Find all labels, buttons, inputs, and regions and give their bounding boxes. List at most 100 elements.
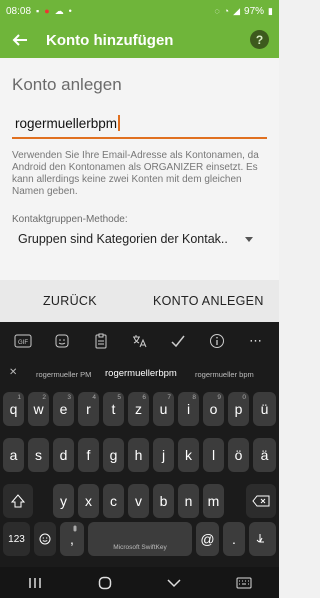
key-y[interactable]: y — [53, 484, 74, 518]
key-l[interactable]: l — [203, 438, 224, 472]
key-n[interactable]: n — [178, 484, 199, 518]
home-button[interactable] — [85, 576, 125, 590]
status-bar: 08:08 ▪ ● ☁ • ◌ ◔ ◢ 97% ▮ — [0, 0, 279, 22]
info-icon[interactable] — [207, 331, 227, 351]
action-bar: ZURÜCK KONTO ANLEGEN — [0, 280, 279, 322]
suggestion-1[interactable]: rogermueller PM — [36, 370, 91, 379]
key-m[interactable]: m — [203, 484, 224, 518]
collapse-icon[interactable]: ✕ — [9, 367, 17, 378]
battery-icon: ▮ — [268, 5, 273, 16]
translate-icon[interactable] — [129, 331, 149, 351]
key-k[interactable]: k — [178, 438, 199, 472]
key-a[interactable]: a — [3, 438, 24, 472]
suggestion-bar: ✕ rogermueller PM rogermuellerbpm rogerm… — [0, 360, 279, 390]
key-u[interactable]: u7 — [153, 392, 174, 426]
comma-mic-key[interactable]: , — [60, 522, 84, 556]
account-name-value: rogermuellerbpm — [15, 116, 118, 131]
dropdown-arrow-icon — [245, 237, 253, 242]
numbers-key[interactable]: 123 — [3, 522, 30, 556]
space-key[interactable]: Microsoft SwiftKey — [88, 522, 192, 556]
key-oe[interactable]: ö — [228, 438, 249, 472]
key-h[interactable]: h — [128, 438, 149, 472]
key-x[interactable]: x — [78, 484, 99, 518]
key-row-4: 123 , Microsoft SwiftKey @ . — [0, 522, 279, 560]
recent-apps-button[interactable] — [15, 577, 55, 589]
emoji-key[interactable] — [34, 522, 56, 556]
key-z[interactable]: z6 — [128, 392, 149, 426]
key-c[interactable]: c — [103, 484, 124, 518]
form-heading: Konto anlegen — [12, 75, 122, 94]
key-ue[interactable]: ü — [253, 392, 276, 426]
key-t[interactable]: t5 — [103, 392, 124, 426]
suggestion-2[interactable]: rogermuellerbpm — [105, 368, 177, 379]
emoji-icon — [39, 533, 51, 545]
key-row-2: a s d f g h j k l ö ä — [0, 438, 279, 476]
signal-icon: ◢ — [233, 5, 241, 16]
microphone-icon — [73, 525, 77, 532]
text-cursor — [118, 115, 121, 131]
dot-icon: • — [68, 5, 72, 16]
form-content: Konto anlegen rogermuellerbpm Verwenden … — [0, 58, 279, 280]
key-o[interactable]: o9 — [203, 392, 224, 426]
key-b[interactable]: b — [153, 484, 174, 518]
account-name-hint: Verwenden Sie Ihre Email-Adresse als Kon… — [12, 150, 259, 197]
enter-key[interactable] — [249, 522, 276, 556]
backspace-key[interactable] — [246, 484, 276, 518]
image-notification-icon: ▪ — [36, 5, 40, 16]
group-method-value: Gruppen sind Kategorien der Kontak.. — [18, 232, 228, 246]
suggestion-3[interactable]: rogermueller bpm — [195, 370, 254, 379]
keyboard: GIF ⋯ ✕ rogermueller PM rogermuellerbpm … — [0, 322, 279, 567]
key-r[interactable]: r4 — [78, 392, 99, 426]
key-q[interactable]: q1 — [3, 392, 24, 426]
check-icon[interactable] — [168, 331, 188, 351]
chevron-down-icon — [167, 578, 181, 587]
battery-percent: 97% — [244, 5, 265, 17]
key-w[interactable]: w2 — [28, 392, 49, 426]
account-name-input[interactable]: rogermuellerbpm — [12, 111, 267, 139]
shift-key[interactable] — [3, 484, 33, 518]
app-bar: Konto hinzufügen ? — [0, 22, 279, 58]
key-i[interactable]: i8 — [178, 392, 199, 426]
page-title: Konto hinzufügen — [46, 31, 174, 49]
key-p[interactable]: p0 — [228, 392, 249, 426]
key-f[interactable]: f — [78, 438, 99, 472]
svg-text:GIF: GIF — [18, 340, 28, 346]
wifi-icon: ◔ — [223, 5, 230, 16]
gif-icon[interactable]: GIF — [13, 331, 33, 351]
period-key[interactable]: . — [223, 522, 245, 556]
help-button[interactable]: ? — [250, 30, 269, 49]
hide-keyboard-button[interactable] — [154, 578, 194, 588]
group-method-select[interactable]: Gruppen sind Kategorien der Kontak.. — [12, 228, 267, 250]
key-ae[interactable]: ä — [253, 438, 276, 472]
create-account-button[interactable]: KONTO ANLEGEN — [153, 294, 264, 308]
red-notification-icon: ● — [44, 5, 50, 16]
keyboard-icon — [236, 577, 252, 588]
more-icon[interactable]: ⋯ — [246, 331, 266, 351]
mute-icon: ◌ — [214, 5, 220, 16]
key-e[interactable]: e3 — [53, 392, 74, 426]
navigation-bar — [0, 567, 279, 598]
keyboard-toolbar: GIF ⋯ — [0, 322, 279, 360]
sticker-icon[interactable] — [52, 331, 72, 351]
key-s[interactable]: s — [28, 438, 49, 472]
key-d[interactable]: d — [53, 438, 74, 472]
key-g[interactable]: g — [103, 438, 124, 472]
home-icon — [98, 576, 111, 589]
enter-arrow-icon — [256, 534, 264, 543]
shift-icon — [11, 494, 25, 508]
key-v[interactable]: v — [128, 484, 149, 518]
back-arrow-icon — [12, 34, 27, 46]
key-j[interactable]: j — [153, 438, 174, 472]
cloud-icon: ☁ — [54, 5, 64, 16]
backspace-icon — [252, 495, 270, 507]
recent-apps-icon — [29, 577, 41, 588]
status-time: 08:08 — [6, 5, 32, 17]
key-row-3: y x c v b n m — [0, 484, 279, 522]
key-row-1: q1 w2 e3 r4 t5 z6 u7 i8 o9 p0 ü — [0, 392, 279, 430]
keyboard-switch-button[interactable] — [224, 577, 264, 589]
at-key[interactable]: @ — [196, 522, 219, 556]
back-button[interactable]: ZURÜCK — [43, 294, 97, 308]
group-method-label: Kontaktgruppen-Methode: — [12, 214, 128, 225]
back-arrow-button[interactable] — [0, 22, 40, 58]
clipboard-icon[interactable] — [91, 331, 111, 351]
